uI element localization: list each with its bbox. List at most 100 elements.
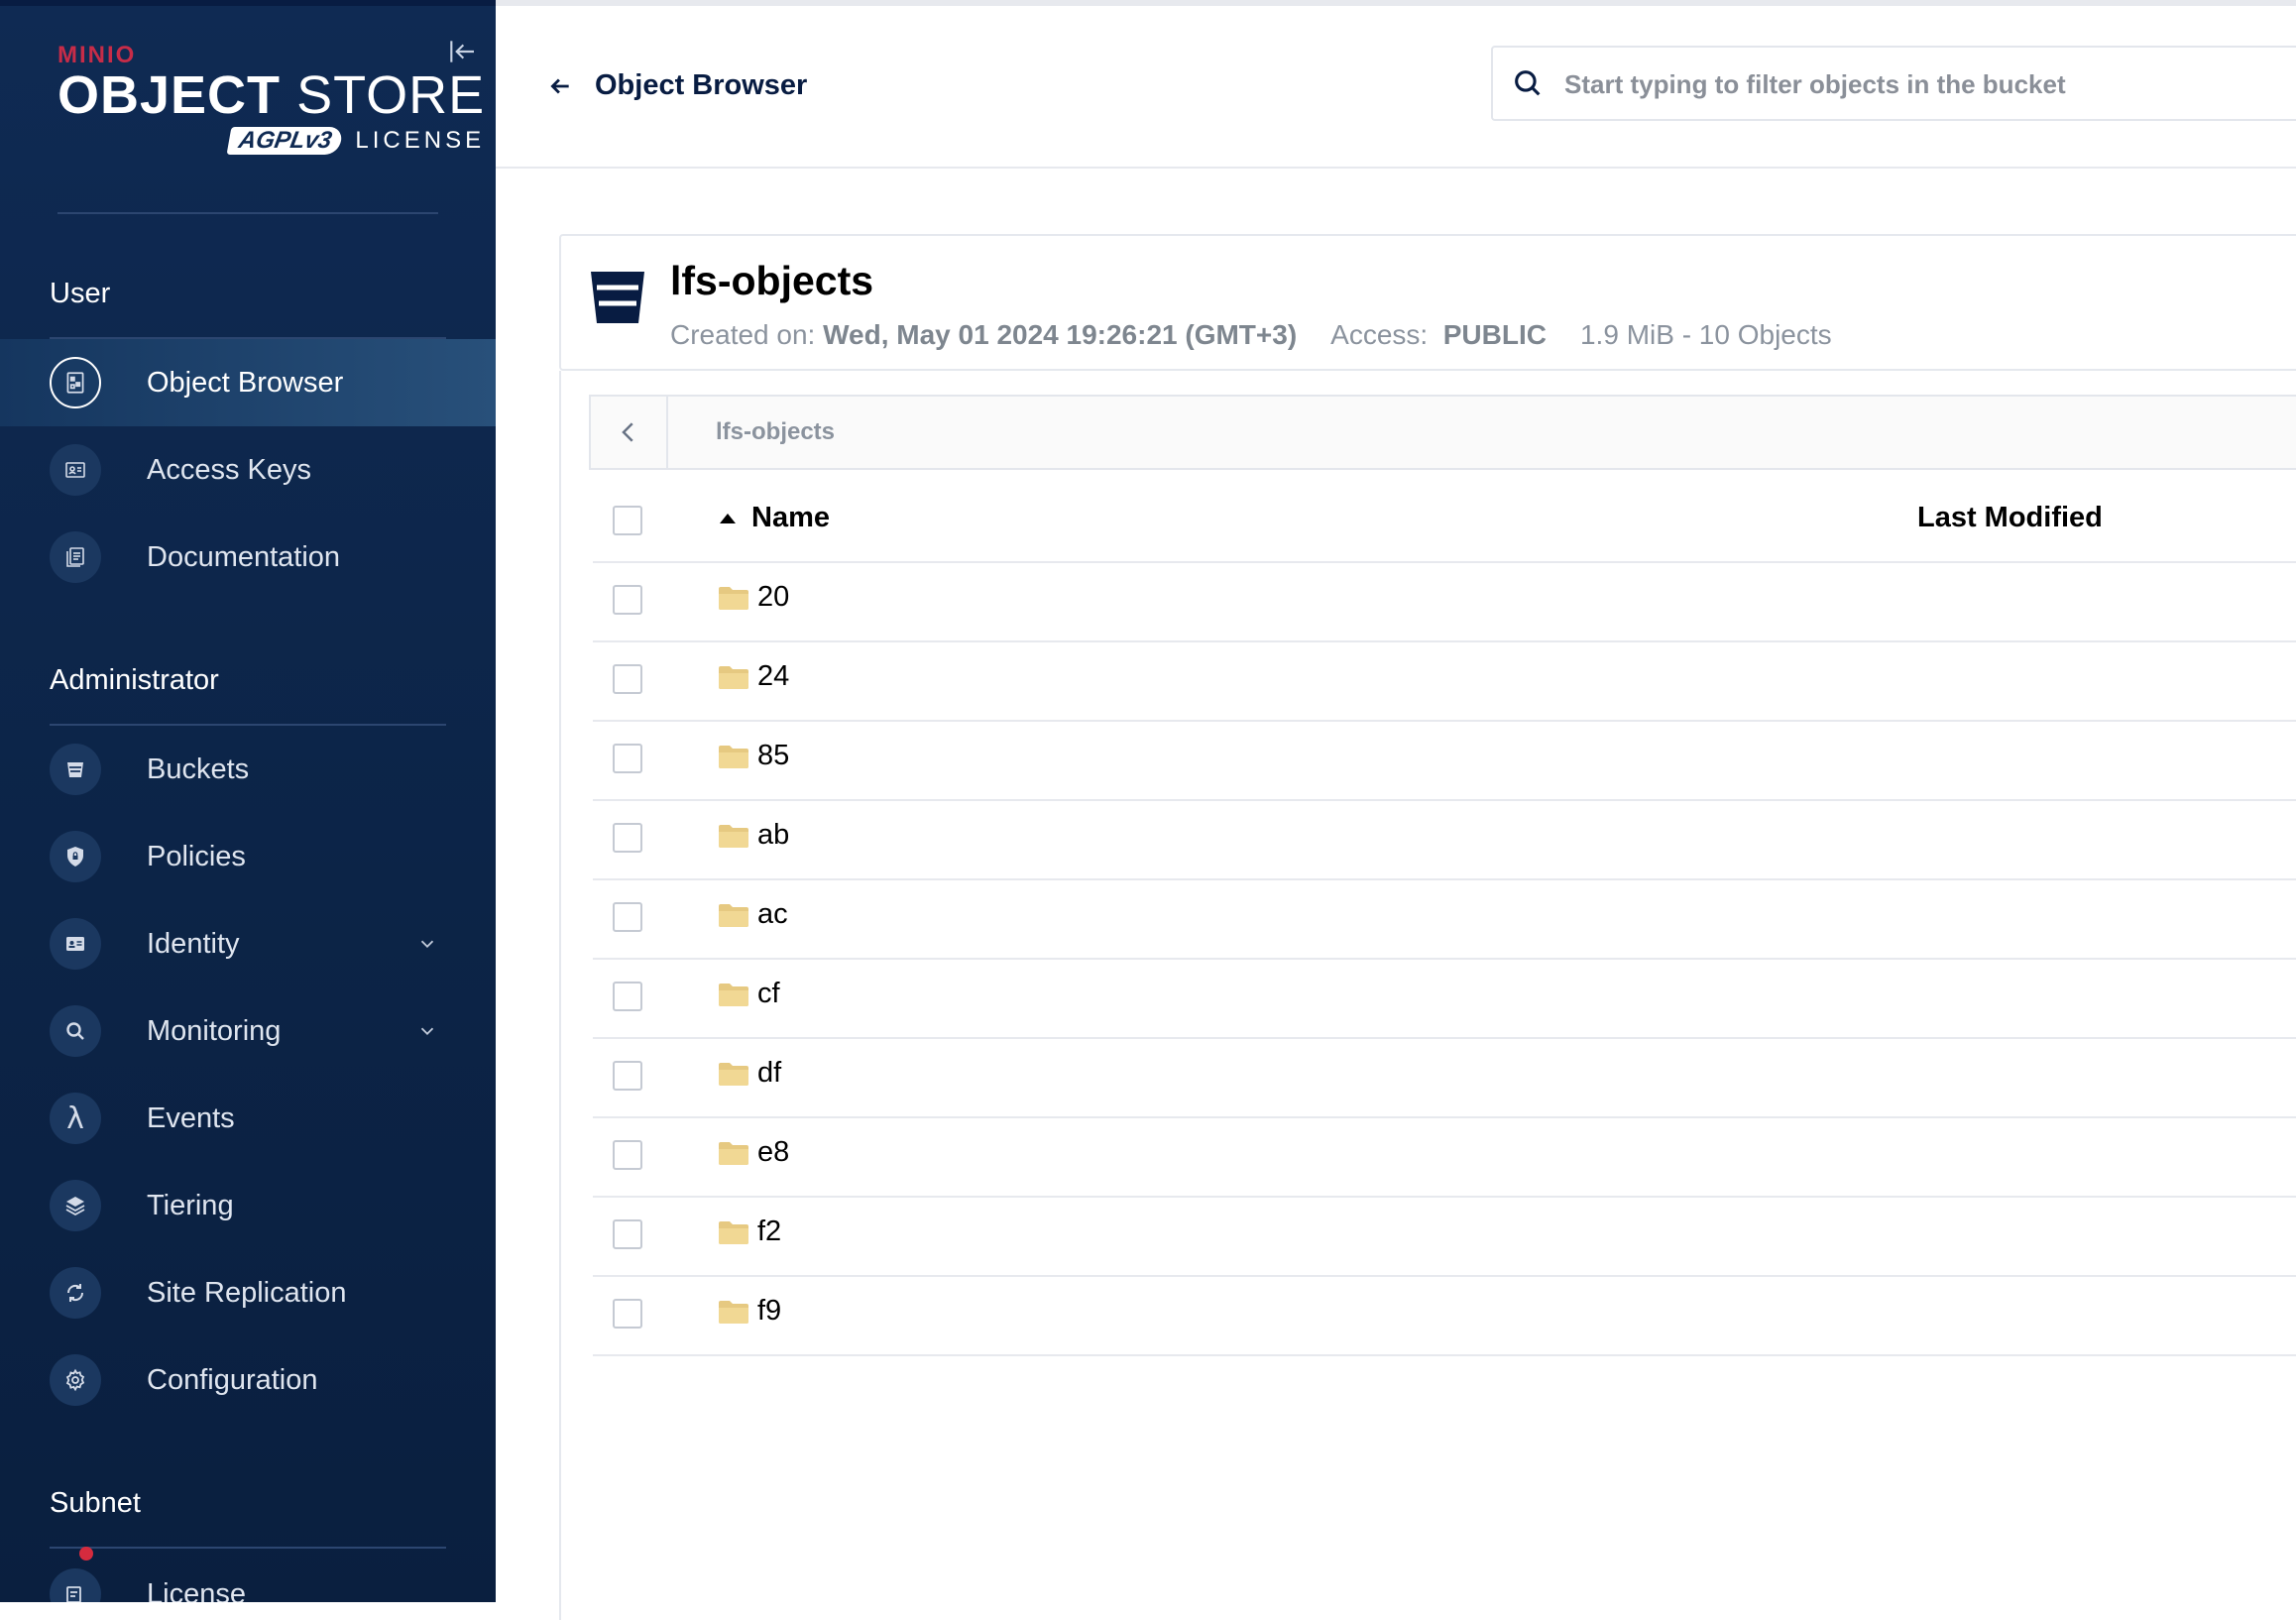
notification-dot (79, 1547, 93, 1561)
gear-icon (50, 1354, 101, 1406)
folder-name: ab (757, 819, 790, 851)
bucket-size-summary: 1.9 MiB - 10 Objects (1579, 319, 1832, 350)
page-title: Object Browser (595, 69, 808, 101)
bucket-meta: Created on: Wed, May 01 2024 19:26:21 (G… (670, 319, 1832, 350)
sidebar-item-label: Monitoring (147, 1014, 282, 1047)
sidebar-item-license[interactable]: License (0, 1547, 496, 1603)
folder-icon (718, 664, 749, 690)
table-row[interactable]: f2 (593, 1196, 2296, 1277)
folder-name: 24 (757, 660, 790, 692)
brand-logo: MINIO OBJECT STORE AGPLv3 LICENSE (57, 42, 486, 155)
license-icon (50, 1568, 101, 1602)
table-row[interactable]: ac (593, 878, 2296, 960)
row-checkbox[interactable] (613, 982, 642, 1011)
row-checkbox[interactable] (613, 664, 642, 694)
section-user: User (50, 278, 111, 309)
column-last-modified-header[interactable]: Last Modified (1917, 502, 2103, 534)
folder-name: f9 (757, 1295, 782, 1327)
shield-lock-icon (50, 831, 101, 882)
table-row[interactable]: cf (593, 958, 2296, 1039)
table-row[interactable]: 85 (593, 720, 2296, 801)
sidebar-item-label: Site Replication (147, 1276, 347, 1309)
folder-name: e8 (757, 1136, 790, 1168)
breadcrumb-back-button[interactable] (591, 397, 668, 468)
breadcrumb: lfs-objects (589, 395, 2296, 470)
table-row[interactable]: df (593, 1037, 2296, 1118)
row-checkbox[interactable] (613, 902, 642, 932)
lambda-icon: λ (50, 1093, 101, 1144)
row-checkbox[interactable] (613, 744, 642, 773)
row-checkbox[interactable] (613, 1219, 642, 1249)
bucket-name: lfs-objects (670, 258, 874, 303)
table-row[interactable]: f9 (593, 1275, 2296, 1356)
sidebar-item-label: Events (147, 1101, 235, 1134)
folder-name: ac (757, 898, 788, 930)
object-browser-icon (50, 357, 101, 408)
folder-name: 85 (757, 740, 790, 771)
sidebar-item-site-replication[interactable]: Site Replication (0, 1249, 496, 1336)
sidebar-item-label: Buckets (147, 752, 250, 785)
folder-name: 20 (757, 581, 790, 613)
product-name: OBJECT STORE (57, 65, 486, 125)
sort-ascending-icon[interactable] (718, 512, 738, 525)
sidebar-item-label: Documentation (147, 540, 341, 573)
table-row[interactable]: 20 (593, 561, 2296, 642)
sidebar-item-label: Configuration (147, 1363, 318, 1396)
sidebar-item-configuration[interactable]: Configuration (0, 1336, 496, 1424)
sidebar-item-label: Policies (147, 840, 246, 872)
row-checkbox[interactable] (613, 1299, 642, 1329)
sync-icon (50, 1267, 101, 1319)
collapse-sidebar-icon[interactable] (446, 36, 478, 67)
sidebar-item-object-browser[interactable]: Object Browser (0, 339, 496, 426)
license-tag: AGPLv3 LICENSE (226, 127, 486, 155)
created-date: Wed, May 01 2024 19:26:21 (GMT+3) (823, 319, 1298, 350)
sidebar-item-identity[interactable]: Identity (0, 900, 496, 987)
table-row[interactable]: ab (593, 799, 2296, 880)
arrow-left-icon (547, 73, 573, 99)
row-checkbox[interactable] (613, 585, 642, 615)
sidebar-item-label: License (147, 1577, 246, 1603)
row-checkbox[interactable] (613, 1140, 642, 1170)
sidebar-item-label: Identity (147, 927, 240, 960)
folder-icon (718, 1061, 749, 1087)
sidebar-item-label: Tiering (147, 1189, 234, 1221)
sidebar-item-documentation[interactable]: Documentation (0, 514, 496, 601)
bucket-icon (50, 744, 101, 795)
sidebar-item-label: Object Browser (147, 366, 344, 399)
row-checkbox[interactable] (613, 1061, 642, 1091)
row-checkbox[interactable] (613, 823, 642, 853)
magnifier-icon (50, 1005, 101, 1057)
sidebar-item-access-keys[interactable]: Access Keys (0, 426, 496, 514)
folder-icon (718, 823, 749, 849)
layers-icon (50, 1180, 101, 1231)
sidebar-item-events[interactable]: λ Events (0, 1075, 496, 1162)
folder-icon (718, 585, 749, 611)
license-word: LICENSE (355, 127, 486, 154)
sidebar-item-monitoring[interactable]: Monitoring (0, 987, 496, 1075)
access-value: PUBLIC (1442, 319, 1547, 350)
sidebar-item-buckets[interactable]: Buckets (0, 726, 496, 813)
section-divider (50, 1547, 446, 1549)
sidebar-item-policies[interactable]: Policies (0, 813, 496, 900)
bucket-icon (589, 266, 646, 327)
table-row[interactable]: 24 (593, 640, 2296, 722)
brand-divider (57, 212, 438, 214)
sidebar-item-label: Access Keys (147, 453, 311, 486)
chevron-down-icon[interactable] (416, 933, 438, 955)
back-to-object-browser[interactable]: Object Browser (547, 69, 807, 102)
sidebar-item-tiering[interactable]: Tiering (0, 1162, 496, 1249)
folder-name: f2 (757, 1215, 782, 1247)
select-all-checkbox[interactable] (613, 506, 642, 535)
search-input[interactable] (1562, 58, 2296, 111)
table-header: Name Last Modified (593, 482, 2296, 563)
breadcrumb-path[interactable]: lfs-objects (716, 418, 835, 446)
bucket-info-card: lfs-objects Created on: Wed, May 01 2024… (559, 234, 2296, 371)
column-name-header[interactable]: Name (751, 502, 830, 534)
agpl-badge: AGPLv3 (226, 127, 344, 155)
folder-icon (718, 902, 749, 928)
folder-icon (718, 1219, 749, 1245)
documentation-icon (50, 531, 101, 583)
chevron-down-icon[interactable] (416, 1020, 438, 1042)
object-filter-search[interactable] (1491, 46, 2296, 121)
table-row[interactable]: e8 (593, 1116, 2296, 1198)
